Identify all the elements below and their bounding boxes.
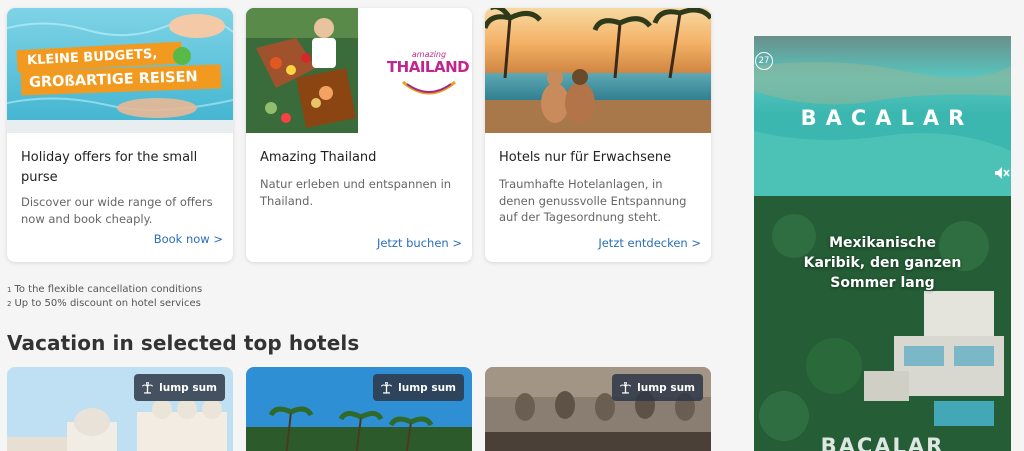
- ad-bottom-logo: BACALAR: [820, 434, 945, 451]
- ad-subtitle: Mexikanische Karibik, den ganzen Sommer …: [803, 235, 962, 291]
- jetzt-buchen-link[interactable]: Jetzt buchen >: [377, 236, 462, 250]
- card-title: Amazing Thailand: [260, 150, 377, 165]
- thailand-logo: THAILAND: [386, 58, 470, 76]
- thailand-logo-swoosh-icon: [402, 80, 456, 95]
- hotel-card-1[interactable]: lump sum: [7, 367, 233, 451]
- footnote-2: 2 Up to 50% discount on hotel services: [7, 298, 201, 309]
- lump-sum-badge: lump sum: [612, 374, 703, 401]
- palm-tree-icon: [381, 381, 393, 394]
- footnotes: 1 To the flexible cancellation conditions…: [7, 283, 202, 311]
- footnote-1: 1 To the flexible cancellation conditions: [7, 284, 203, 295]
- jetzt-entdecken-link[interactable]: Jetzt entdecken >: [598, 236, 701, 250]
- offer-card-small-purse[interactable]: KLEINE BUDGETS, GROßARTIGE REISEN Holida…: [7, 8, 233, 262]
- book-now-link[interactable]: Book now >: [154, 232, 223, 246]
- advertisement-bacalar[interactable]: 27 BACALAR Mexikanische Karibik, den gan…: [754, 36, 1011, 451]
- offer-card-adults-only[interactable]: Hotels nur für Erwachsene Traumhafte Hot…: [485, 8, 711, 262]
- ad-title: BACALAR: [800, 106, 974, 130]
- card-image-pool: KLEINE BUDGETS, GROßARTIGE REISEN: [7, 8, 233, 133]
- card-description: Traumhafte Hotelanlagen, in denen genuss…: [499, 177, 687, 224]
- card-image-thailand: amazing THAILAND: [246, 8, 472, 133]
- card-description: Natur erleben und entspannen in Thailand…: [260, 177, 452, 208]
- lump-sum-badge: lump sum: [134, 374, 225, 401]
- card-title: Holiday offers for the small purse: [21, 150, 198, 185]
- card-description: Discover our wide range of offers now an…: [21, 195, 213, 226]
- lump-sum-badge: lump sum: [373, 374, 464, 401]
- hotel-card-2[interactable]: lump sum: [246, 367, 472, 451]
- mute-icon[interactable]: [993, 164, 1011, 182]
- page: KLEINE BUDGETS, GROßARTIGE REISEN Holida…: [0, 0, 1024, 451]
- card-image-beach-couple: [485, 8, 711, 133]
- section-title: Vacation in selected top hotels: [7, 331, 360, 355]
- ad-countdown: 27: [755, 52, 773, 70]
- hotel-card-3[interactable]: lump sum: [485, 367, 711, 451]
- palm-tree-icon: [620, 381, 632, 394]
- offer-card-thailand[interactable]: amazing THAILAND Amazing Thailand Natur …: [246, 8, 472, 262]
- palm-tree-icon: [142, 381, 154, 394]
- card-title: Hotels nur für Erwachsene: [499, 150, 672, 165]
